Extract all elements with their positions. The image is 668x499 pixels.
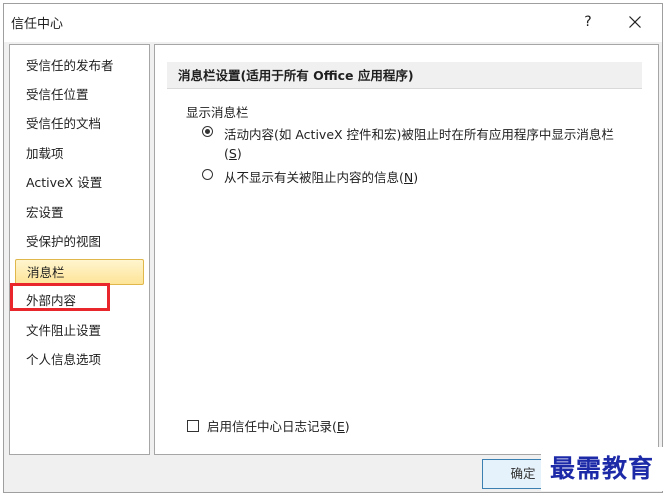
sidebar-item-external-content[interactable]: 外部内容 xyxy=(15,288,144,314)
sidebar-item-trusted-locations[interactable]: 受信任位置 xyxy=(15,82,144,108)
log-text: 启用信任中心日志记录( xyxy=(207,419,337,434)
radio-dot-icon xyxy=(205,129,210,134)
accelerator-key: N xyxy=(403,170,414,185)
sidebar-item-privacy-options[interactable]: 个人信息选项 xyxy=(15,347,144,373)
enable-logging-label: 启用信任中心日志记录(E) xyxy=(207,418,350,435)
trust-center-dialog: 信任中心 ? 受信任的发布者 受信任位置 受信任的文档 加载项 ActiveX … xyxy=(3,3,663,493)
close-button[interactable] xyxy=(620,8,650,36)
sidebar-item-add-ins[interactable]: 加载项 xyxy=(15,141,144,167)
option2-text: 从不显示有关被阻止内容的信息( xyxy=(224,170,404,185)
help-button[interactable]: ? xyxy=(576,10,600,34)
category-sidebar: 受信任的发布者 受信任位置 受信任的文档 加载项 ActiveX 设置 宏设置 … xyxy=(9,44,150,455)
enable-logging-checkbox[interactable] xyxy=(187,420,199,432)
paren-close: ) xyxy=(344,419,350,434)
radio-option2-label: 从不显示有关被阻止内容的信息(N) xyxy=(224,168,418,187)
sidebar-item-protected-view[interactable]: 受保护的视图 xyxy=(15,229,144,255)
paren-close: ) xyxy=(413,170,419,185)
sidebar-item-trusted-documents[interactable]: 受信任的文档 xyxy=(15,111,144,137)
radio-option1-line2: (S) xyxy=(224,144,242,163)
message-bar-settings-panel: 消息栏设置(适用于所有 Office 应用程序) 显示消息栏 活动内容(如 Ac… xyxy=(154,44,659,455)
paren-close: ) xyxy=(236,146,242,161)
section-title: 消息栏设置(适用于所有 Office 应用程序) xyxy=(167,62,642,89)
sidebar-item-message-bar[interactable]: 消息栏 xyxy=(15,259,144,285)
sidebar-item-macro-settings[interactable]: 宏设置 xyxy=(15,200,144,226)
radio-button-checked[interactable] xyxy=(202,126,213,137)
sidebar-item-trusted-publishers[interactable]: 受信任的发布者 xyxy=(15,53,144,79)
radio-button-unchecked[interactable] xyxy=(202,169,213,180)
watermark-logo: 最需教育 xyxy=(541,447,663,491)
sidebar-item-file-block-settings[interactable]: 文件阻止设置 xyxy=(15,318,144,344)
accelerator-key: E xyxy=(336,419,345,434)
show-message-bar-label: 显示消息栏 xyxy=(186,105,249,120)
radio-option1-line1: 活动内容(如 ActiveX 控件和宏)被阻止时在所有应用程序中显示消息栏 xyxy=(224,127,614,142)
close-icon xyxy=(629,16,641,28)
dialog-title: 信任中心 xyxy=(11,17,64,32)
accelerator-key: S xyxy=(228,146,237,161)
sidebar-item-activex-settings[interactable]: ActiveX 设置 xyxy=(15,170,144,196)
title-bar: 信任中心 ? xyxy=(4,4,662,42)
